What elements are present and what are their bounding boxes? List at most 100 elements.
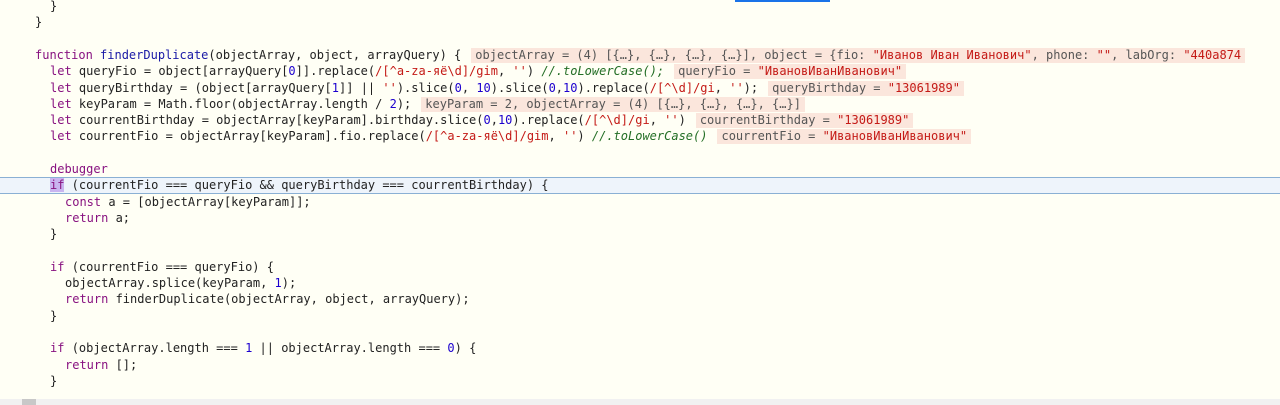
code-token: 0 xyxy=(288,64,296,79)
code-line[interactable]: } xyxy=(0,226,1280,242)
code-token: finderDuplicate(objectArray, object, arr… xyxy=(115,292,470,307)
code-token: , xyxy=(714,80,730,95)
scrollbar-thumb[interactable] xyxy=(22,399,36,405)
code-line[interactable]: const a = [objectArray[keyParam]]; xyxy=(0,194,1280,210)
inline-variable-value[interactable]: queryFio = "ИвановИванИванович" xyxy=(674,64,907,80)
code-token: a; xyxy=(115,210,131,225)
code-line[interactable]: } xyxy=(0,308,1280,324)
inline-value-string: "ИвановИванИванович" xyxy=(822,129,968,144)
code-text: let courrentBirthday = objectArray[keyPa… xyxy=(50,112,914,129)
code-line[interactable] xyxy=(0,31,1280,47)
inline-value-string: "13061989" xyxy=(887,80,960,95)
code-token: /[^\d]/gi xyxy=(649,80,715,95)
code-text: if (courrentFio === queryFio && queryBir… xyxy=(50,178,549,193)
code-token: ).replace( xyxy=(512,113,585,128)
code-token: []; xyxy=(115,357,138,372)
code-line[interactable]: } xyxy=(0,373,1280,389)
code-token: 2 xyxy=(389,96,397,111)
code-text: function finderDuplicate(objectArray, ob… xyxy=(35,47,1246,63)
code-token: 10 xyxy=(476,80,491,95)
code-token: ).replace( xyxy=(577,80,650,95)
code-token: finderDuplicate xyxy=(100,47,209,62)
code-line[interactable] xyxy=(0,243,1280,259)
code-line[interactable]: return []; xyxy=(0,357,1280,373)
code-token: ]] || xyxy=(339,80,383,95)
code-token: 0 xyxy=(454,80,462,95)
code-token: objectArray.splice(keyParam, xyxy=(65,276,275,291)
inline-value-text: keyParam = 2, objectArray = (4) [{…}, {…… xyxy=(425,96,801,111)
code-token: ) xyxy=(526,64,542,79)
code-token: //.toLowerCase(); xyxy=(541,64,665,79)
code-token: 1 xyxy=(274,276,282,291)
code-line[interactable]: let queryBirthday = (object[arrayQuery[1… xyxy=(0,80,1280,96)
code-line[interactable] xyxy=(0,145,1280,161)
code-text: let courrentFio = objectArray[keyParam].… xyxy=(50,128,972,145)
code-line[interactable]: function finderDuplicate(objectArray, ob… xyxy=(0,47,1280,63)
code-token: /[^a-za-яё\d]/gim xyxy=(425,129,549,144)
inline-value-string: "13061989" xyxy=(837,113,910,128)
code-token: , xyxy=(548,129,563,144)
code-token: ) xyxy=(678,113,686,128)
inline-variable-value[interactable]: queryBirthday = "13061989" xyxy=(768,80,964,96)
code-text: return finderDuplicate(objectArray, obje… xyxy=(65,291,470,307)
code-token: } xyxy=(35,15,43,30)
inline-variable-value[interactable]: objectArray = (4) [{…}, {…}, {…}, {…}], … xyxy=(471,47,1246,63)
code-text: } xyxy=(50,373,57,389)
code-line[interactable]: } xyxy=(0,14,1280,30)
code-line[interactable]: return a; xyxy=(0,210,1280,226)
code-text: let queryBirthday = (object[arrayQuery[1… xyxy=(50,80,964,96)
code-token: return xyxy=(65,292,116,307)
code-token: let xyxy=(50,113,79,128)
code-line[interactable] xyxy=(0,324,1280,340)
code-token: /[^\d]/gi xyxy=(584,113,650,128)
inline-value-text: , labOrg: xyxy=(1111,47,1184,62)
code-text: return a; xyxy=(65,210,130,226)
code-editor[interactable]: }} function finderDuplicate(objectArray, … xyxy=(0,0,1280,405)
code-token: return xyxy=(65,210,116,225)
code-line[interactable]: let courrentBirthday = objectArray[keyPa… xyxy=(0,112,1280,129)
paused-keyword: if xyxy=(50,178,65,193)
inline-value-text: courrentFio = xyxy=(721,129,823,144)
code-token: || objectArray.length === xyxy=(252,341,448,356)
code-text: return []; xyxy=(65,357,137,373)
code-line[interactable]: objectArray.splice(keyParam, 1); xyxy=(0,275,1280,291)
inline-variable-value[interactable]: courrentBirthday = "13061989" xyxy=(695,113,914,129)
code-token: } xyxy=(50,0,58,13)
code-text: if (objectArray.length === 1 || objectAr… xyxy=(50,340,476,356)
inline-value-text: queryBirthday = xyxy=(772,80,888,95)
code-line[interactable]: return finderDuplicate(objectArray, obje… xyxy=(0,291,1280,307)
code-token: ); xyxy=(281,276,297,291)
code-line[interactable]: } xyxy=(0,0,1280,14)
code-token: ); xyxy=(743,80,759,95)
code-token: a = [objectArray[keyParam]]; xyxy=(108,194,311,209)
code-token: return xyxy=(65,357,116,372)
inline-value-string: "Иванов Иван Иванович" xyxy=(872,47,1032,62)
code-text: debugger xyxy=(50,161,108,177)
code-text: } xyxy=(50,0,57,14)
code-token: if xyxy=(50,259,72,274)
code-line[interactable]: if (objectArray.length === 1 || objectAr… xyxy=(0,340,1280,356)
code-token: (courrentFio === queryFio) { xyxy=(71,259,274,274)
horizontal-scrollbar[interactable] xyxy=(0,399,1280,405)
code-line[interactable]: if (courrentFio === queryFio) { xyxy=(0,259,1280,275)
code-text: } xyxy=(35,14,42,30)
code-token: 0 xyxy=(447,341,455,356)
inline-variable-value[interactable]: courrentFio = "ИвановИванИванович" xyxy=(717,129,972,145)
code-line[interactable]: let courrentFio = objectArray[keyParam].… xyxy=(0,128,1280,145)
inline-variable-value[interactable]: keyParam = 2, objectArray = (4) [{…}, {…… xyxy=(421,96,805,112)
code-token: let xyxy=(50,80,79,95)
code-token: const xyxy=(65,194,109,209)
code-token: if xyxy=(50,341,72,356)
code-line[interactable]: let queryFio = object[arrayQuery[0]].rep… xyxy=(0,63,1280,80)
code-token: keyParam = Math.floor(objectArray.length… xyxy=(78,96,390,111)
current-execution-line[interactable]: if (courrentFio === queryFio && queryBir… xyxy=(0,177,1280,195)
code-line[interactable]: let keyParam = Math.floor(objectArray.le… xyxy=(0,96,1280,112)
code-token: , xyxy=(649,113,665,128)
inline-value-text: objectArray = (4) [{…}, {…}, {…}, {…}], … xyxy=(475,47,873,62)
inline-value-string: "" xyxy=(1096,47,1112,62)
code-line[interactable]: debugger xyxy=(0,161,1280,177)
code-token: '' xyxy=(664,113,679,128)
code-token: let xyxy=(50,129,79,144)
inline-value-text: queryFio = xyxy=(678,64,758,79)
code-token: let xyxy=(50,96,79,111)
